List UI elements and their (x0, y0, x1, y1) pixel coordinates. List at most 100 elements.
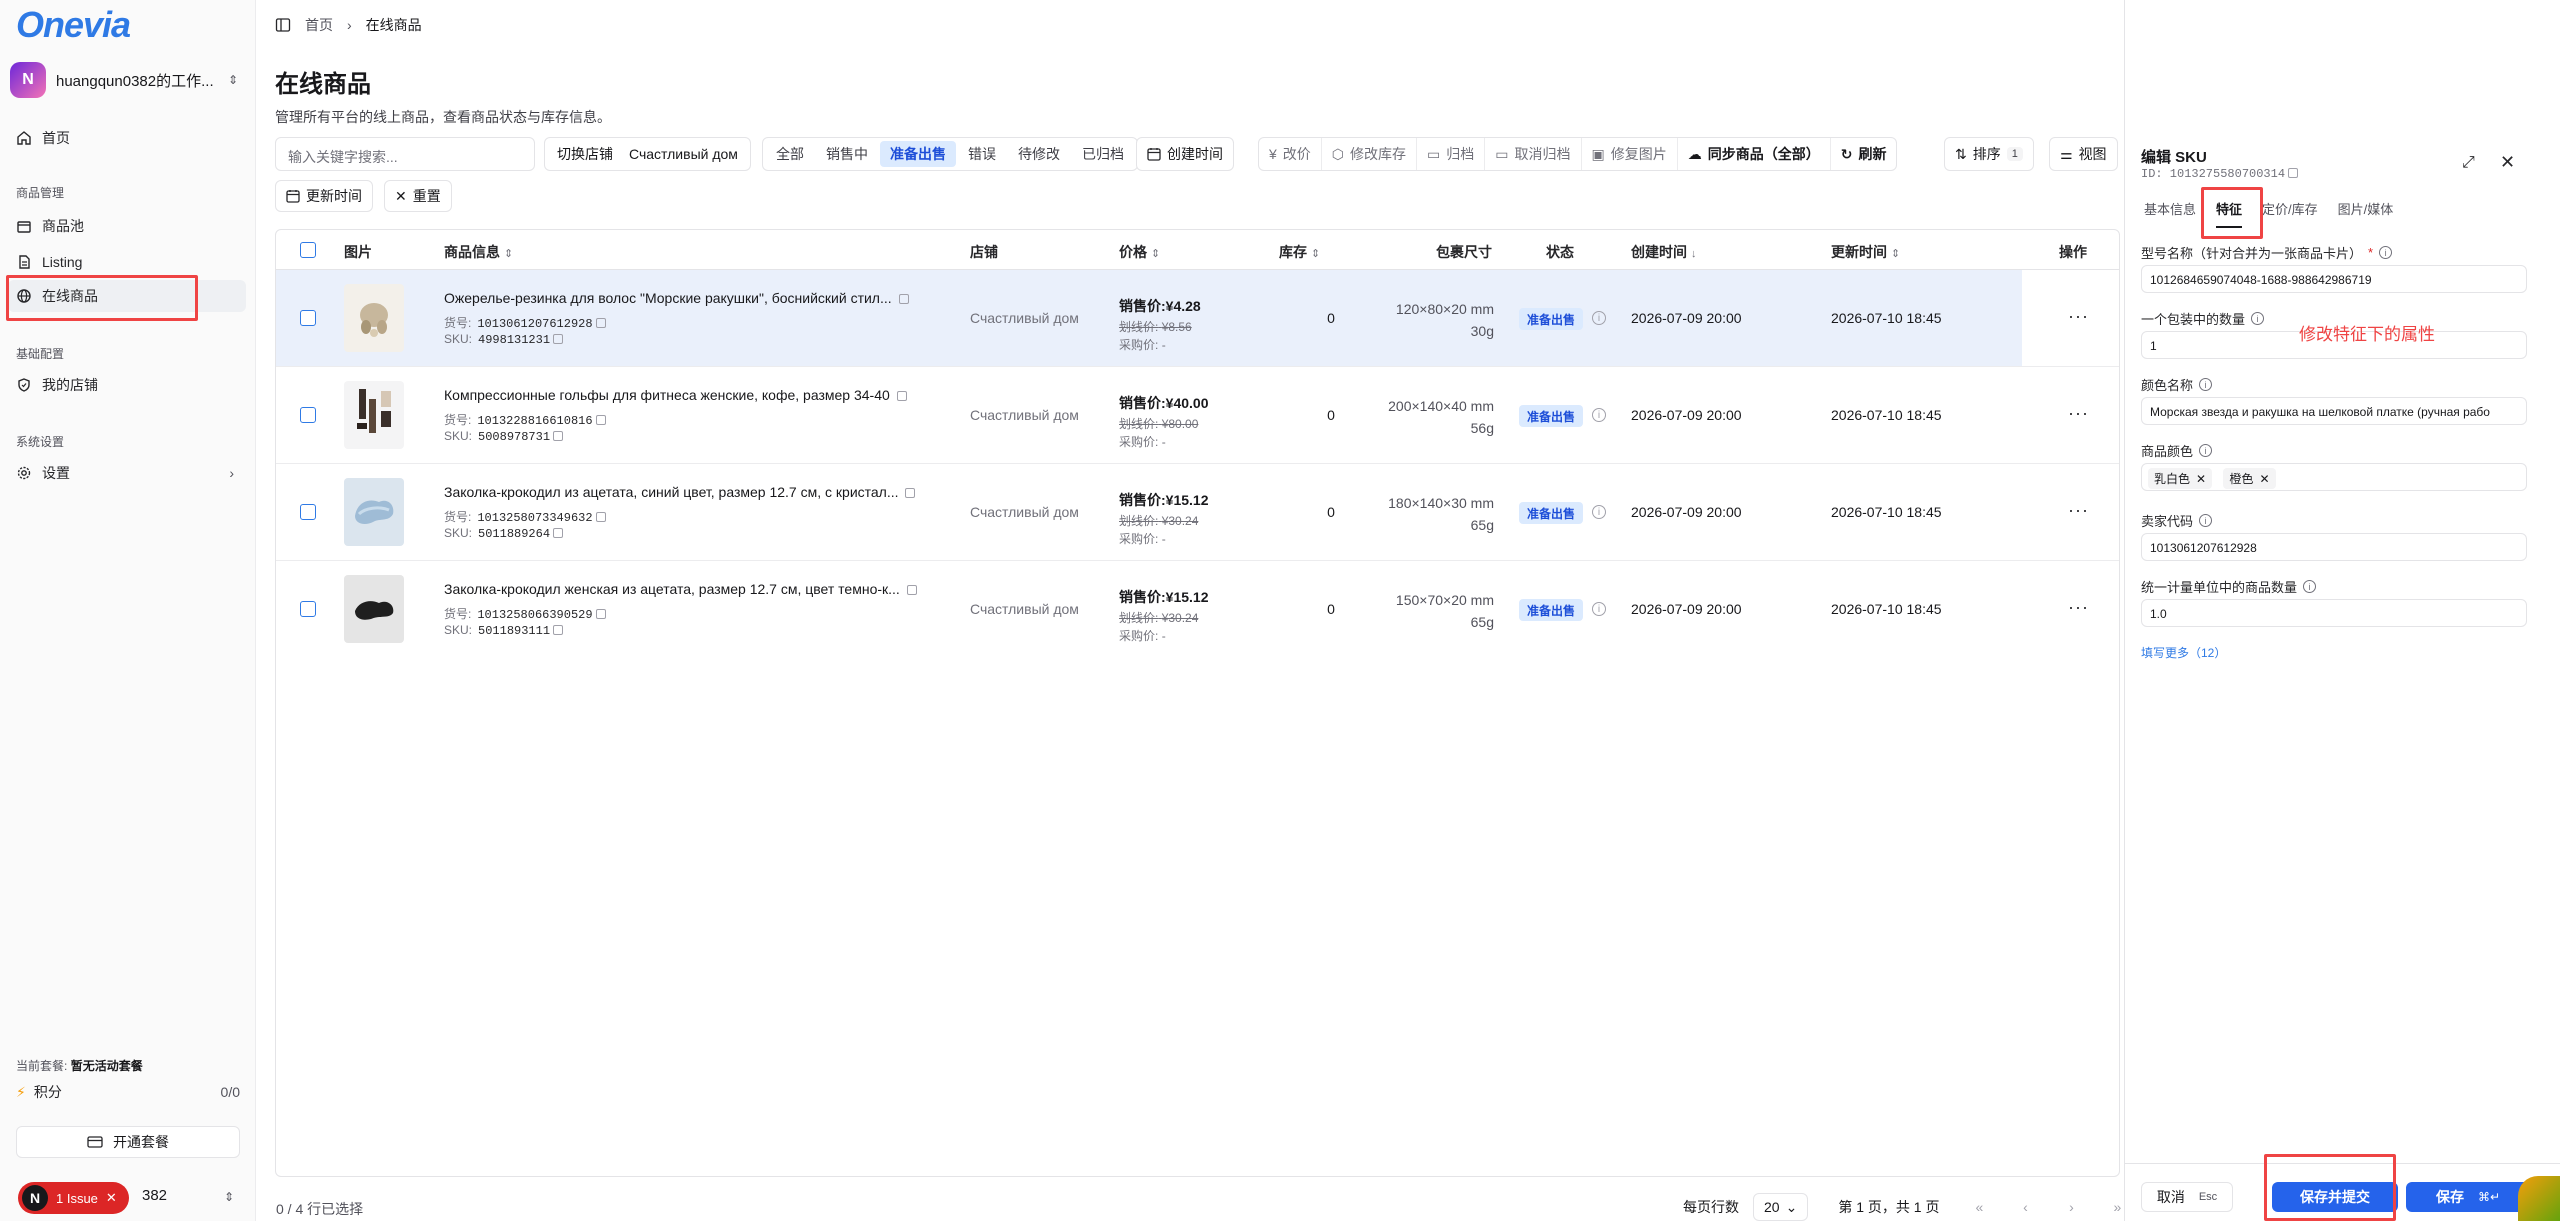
sidebar-item-product-pool[interactable]: 商品池 (8, 210, 246, 242)
change-price-button[interactable]: ¥ 改价 (1259, 138, 1322, 170)
product-name[interactable]: Заколка-крокодил из ацетата, синий цвет,… (444, 484, 949, 500)
refresh-button[interactable]: ↻ 刷新 (1831, 138, 1897, 170)
info-icon[interactable]: i (2251, 312, 2265, 325)
updated-time-filter[interactable]: 更新时间 (275, 180, 373, 212)
product-thumbnail[interactable] (344, 381, 404, 449)
close-icon[interactable]: ✕ (2500, 152, 2515, 173)
more-icon[interactable]: ··· (2068, 597, 2089, 618)
info-icon[interactable]: i (2199, 514, 2213, 527)
shop-filter[interactable]: 切换店铺 Счастливый дом (544, 137, 751, 171)
table-row[interactable]: Компрессионные гольфы для фитнеса женски… (276, 367, 2119, 464)
prev-page-button[interactable]: ‹ (2009, 1193, 2041, 1221)
rows-per-page-select[interactable]: 20 ⌄ (1753, 1193, 1809, 1221)
copy-icon[interactable] (905, 488, 916, 498)
product-thumbnail[interactable] (344, 284, 404, 352)
search-input[interactable]: 输入关键字搜索... (275, 137, 535, 171)
next-page-button[interactable]: › (2055, 1193, 2087, 1221)
status-tab-error[interactable]: 错误 (958, 141, 1006, 167)
row-checkbox[interactable] (300, 601, 316, 617)
sidebar-item-home[interactable]: 首页 (8, 122, 246, 154)
change-stock-button[interactable]: ⬡ 修改库存 (1322, 138, 1418, 170)
app-logo[interactable]: Onevia (16, 4, 131, 46)
more-icon[interactable]: ··· (2068, 306, 2089, 327)
tab-basic[interactable]: 基本信息 (2144, 199, 2196, 228)
status-tab-pending[interactable]: 待修改 (1008, 141, 1070, 167)
copy-icon[interactable] (553, 431, 564, 441)
info-icon[interactable]: i (2379, 246, 2393, 259)
sort-button[interactable]: ⇅ 排序 1 (1944, 137, 2034, 171)
row-checkbox[interactable] (300, 310, 316, 326)
sidebar-item-my-shop[interactable]: 我的店铺 (8, 369, 246, 401)
info-icon[interactable]: i (1592, 311, 1606, 325)
select-all-checkbox[interactable] (300, 242, 316, 258)
col-stock[interactable]: 库存 ⇕ (1279, 242, 1320, 262)
more-icon[interactable]: ··· (2068, 403, 2089, 424)
sidebar-toggle-icon[interactable] (275, 17, 291, 33)
tab-media[interactable]: 图片/媒体 (2338, 199, 2394, 228)
product-name[interactable]: Компрессионные гольфы для фитнеса женски… (444, 387, 949, 403)
copy-icon[interactable] (595, 609, 606, 619)
save-submit-button[interactable]: 保存并提交 (2272, 1182, 2398, 1212)
workspace-switcher[interactable]: N huangqun0382的工作... ⇕ (8, 60, 244, 100)
copy-icon[interactable] (595, 415, 606, 425)
view-button[interactable]: ⚌ 视图 (2049, 137, 2118, 171)
copy-icon[interactable] (898, 294, 909, 304)
open-plan-button[interactable]: 开通套餐 (16, 1126, 240, 1158)
color-multiselect[interactable]: 乳白色 ✕ 橙色 ✕ (2141, 463, 2527, 491)
info-icon[interactable]: i (1592, 602, 1606, 616)
tab-features[interactable]: 特征 (2216, 199, 2243, 228)
more-icon[interactable]: ··· (2068, 500, 2089, 521)
col-info[interactable]: 商品信息 ⇕ (444, 242, 513, 262)
product-name[interactable]: Ожерелье-резинка для волос "Морские раку… (444, 290, 949, 306)
chevron-updown-icon[interactable]: ⇕ (224, 1190, 234, 1204)
product-thumbnail[interactable] (344, 478, 404, 546)
unarchive-button[interactable]: ▭ 取消归档 (1485, 138, 1582, 170)
info-icon[interactable]: i (2199, 378, 2213, 391)
info-icon[interactable]: i (1592, 505, 1606, 519)
sidebar-item-online-products[interactable]: 在线商品 (8, 280, 246, 312)
save-button[interactable]: 保存 ⌘↵ (2406, 1182, 2534, 1212)
issue-indicator[interactable]: N 1 Issue ✕ (18, 1182, 129, 1214)
status-tab-selling[interactable]: 销售中 (816, 141, 878, 167)
close-icon[interactable]: ✕ (2196, 472, 2206, 486)
created-time-filter[interactable]: 创建时间 (1136, 137, 1234, 171)
seller-code-input[interactable]: 1013061207612928 (2141, 533, 2527, 561)
copy-icon[interactable] (553, 334, 564, 344)
copy-icon[interactable] (2288, 168, 2299, 178)
model-input[interactable]: 1012684659074048-1688-988642986719 (2141, 265, 2527, 293)
close-icon[interactable]: ✕ (2259, 472, 2269, 486)
sync-products-button[interactable]: ☁ 同步商品（全部） (1678, 138, 1831, 170)
copy-icon[interactable] (906, 585, 917, 595)
row-checkbox[interactable] (300, 407, 316, 423)
user-name[interactable]: 382 (142, 1187, 167, 1204)
color-name-input[interactable]: Морская звезда и ракушка на шелковой пла… (2141, 397, 2527, 425)
reset-button[interactable]: ✕ 重置 (384, 180, 452, 212)
row-checkbox[interactable] (300, 504, 316, 520)
breadcrumb-home[interactable]: 首页 (305, 15, 333, 35)
copy-icon[interactable] (595, 318, 606, 328)
table-row[interactable]: Ожерелье-резинка для волос "Морские раку… (276, 270, 2119, 367)
fix-image-button[interactable]: ▣ 修复图片 (1582, 138, 1678, 170)
cancel-button[interactable]: 取消 Esc (2141, 1182, 2233, 1212)
col-price[interactable]: 价格 ⇕ (1119, 242, 1160, 262)
col-created[interactable]: 创建时间 ↓ (1631, 242, 1697, 262)
expand-icon[interactable]: ⤢ (2462, 154, 2475, 172)
info-icon[interactable]: i (2303, 580, 2317, 593)
copy-icon[interactable] (553, 528, 564, 538)
tab-pricing[interactable]: 定价/库存 (2262, 199, 2318, 228)
copy-icon[interactable] (595, 512, 606, 522)
archive-button[interactable]: ▭ 归档 (1417, 138, 1486, 170)
sidebar-item-settings[interactable]: 设置 › (8, 457, 246, 489)
status-tab-ready[interactable]: 准备出售 (880, 141, 956, 167)
copy-icon[interactable] (553, 625, 564, 635)
product-thumbnail[interactable] (344, 575, 404, 643)
col-updated[interactable]: 更新时间 ⇕ (1831, 242, 1900, 262)
fill-more-link[interactable]: 填写更多（12） (2141, 644, 2226, 661)
product-name[interactable]: Заколка-крокодил женская из ацетата, раз… (444, 581, 949, 597)
first-page-button[interactable]: « (1963, 1193, 1995, 1221)
info-icon[interactable]: i (2199, 444, 2213, 457)
table-row[interactable]: Заколка-крокодил из ацетата, синий цвет,… (276, 464, 2119, 561)
status-tab-all[interactable]: 全部 (766, 141, 814, 167)
table-row[interactable]: Заколка-крокодил женская из ацетата, раз… (276, 561, 2119, 658)
assistant-icon[interactable] (2518, 1176, 2560, 1221)
